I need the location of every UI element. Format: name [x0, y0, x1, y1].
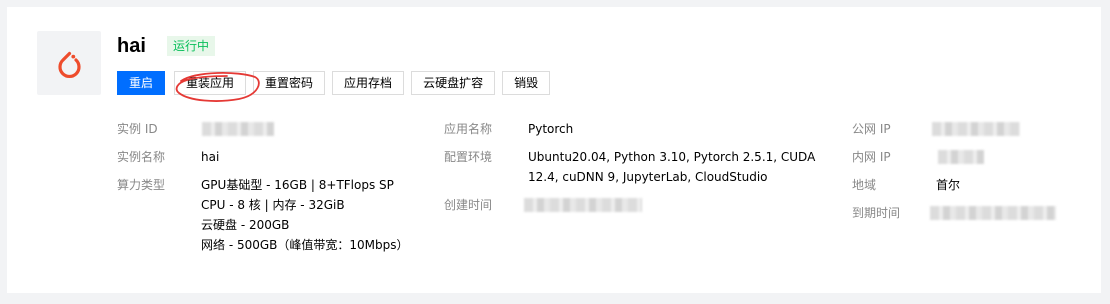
restart-button[interactable]: 重启 — [117, 71, 166, 95]
instance-name-value: hai — [201, 150, 220, 164]
env-line-1: Ubuntu20.04, Python 3.10, Pytorch 2.5.1,… — [528, 150, 816, 164]
pytorch-icon — [58, 51, 81, 79]
expand-disk-button[interactable]: 云硬盘扩容 — [411, 71, 496, 95]
reinstall-app-button[interactable]: 重装应用 — [174, 71, 247, 95]
private-ip-redacted — [938, 150, 984, 164]
instance-name-label: 实例名称 — [117, 150, 166, 164]
instance-id-label: 实例 ID — [117, 122, 158, 136]
app-logo — [37, 31, 101, 95]
public-ip-redacted — [932, 122, 1020, 136]
app-name-label: 应用名称 — [444, 122, 493, 136]
created-time-redacted — [524, 198, 642, 212]
private-ip-label: 内网 IP — [852, 150, 891, 164]
region-value: 首尔 — [936, 178, 961, 192]
app-name-value: Pytorch — [528, 122, 574, 136]
details-col-3: 公网 IP 内网 IP 地域 首尔 到期时间 — [852, 119, 1092, 229]
compute-network-line: 网络 - 500GB（峰值带宽：10Mbps） — [201, 238, 409, 252]
public-ip-label: 公网 IP — [852, 122, 891, 136]
instance-id-redacted — [202, 122, 274, 136]
env-line-2: 12.4, cuDNN 9, JupyterLab, CloudStudio — [528, 170, 768, 184]
instance-title: hai — [117, 35, 146, 57]
instance-card: hai 运行中 重启 重装应用 重置密码 应用存档 云硬盘扩容 销毁 实例 ID… — [7, 7, 1101, 293]
expire-time-redacted — [930, 206, 1056, 220]
action-toolbar: 重启 重装应用 重置密码 应用存档 云硬盘扩容 销毁 — [117, 71, 557, 95]
compute-type-label: 算力类型 — [117, 178, 166, 192]
status-badge: 运行中 — [167, 36, 216, 56]
details-col-2: 应用名称 Pytorch 配置环境 Ubuntu20.04, Python 3.… — [444, 119, 824, 229]
compute-disk-line: 云硬盘 - 200GB — [201, 218, 290, 232]
compute-gpu-line: GPU基础型 - 16GB | 8+TFlops SP — [201, 178, 394, 192]
expire-time-label: 到期时间 — [852, 206, 901, 220]
env-label: 配置环境 — [444, 150, 493, 164]
region-label: 地域 — [852, 178, 877, 192]
save-app-button[interactable]: 应用存档 — [332, 71, 405, 95]
details-col-1: 实例 ID 实例名称 hai 算力类型 GPU基础型 - 16GB | 8+TF… — [117, 119, 437, 259]
destroy-button[interactable]: 销毁 — [502, 71, 551, 95]
created-time-label: 创建时间 — [444, 198, 493, 212]
reset-password-button[interactable]: 重置密码 — [253, 71, 326, 95]
compute-cpu-line: CPU - 8 核 | 内存 - 32GiB — [201, 198, 345, 212]
